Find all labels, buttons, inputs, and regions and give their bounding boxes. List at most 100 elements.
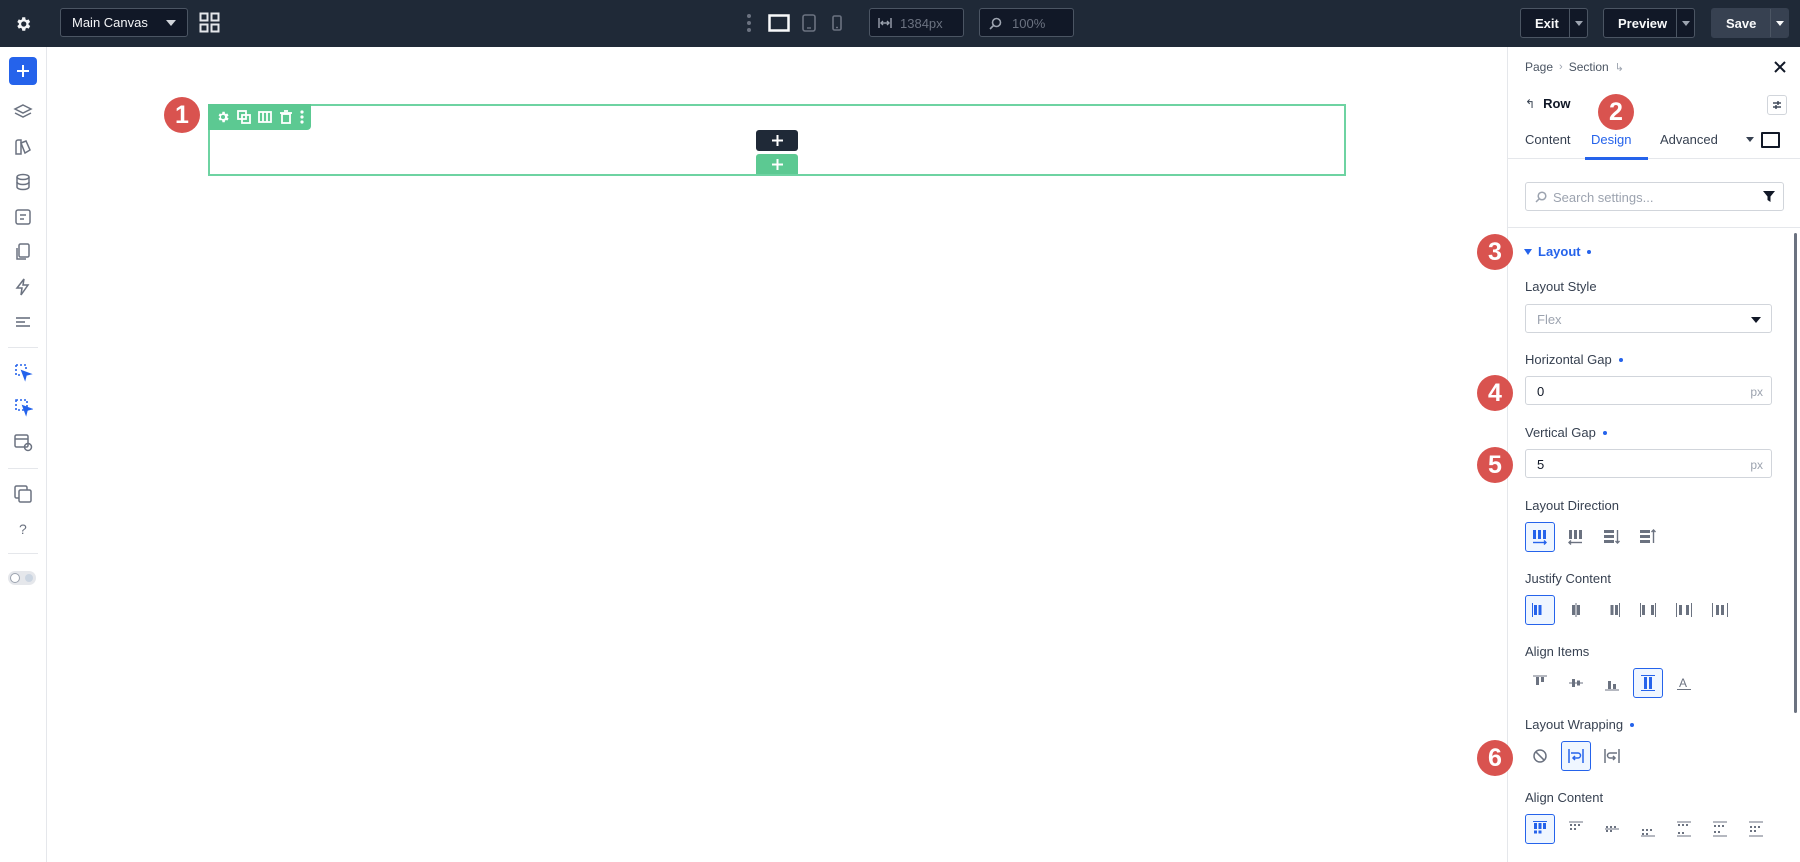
align-center-icon[interactable] (1561, 668, 1591, 698)
exit-button[interactable]: Exit (1520, 8, 1588, 38)
add-element-button[interactable] (9, 57, 37, 85)
svg-text:?: ? (19, 521, 27, 537)
row-back-link[interactable]: ↰ Row (1525, 96, 1571, 111)
panel-options-icon[interactable] (1767, 95, 1787, 115)
align-stretch-icon[interactable] (1633, 668, 1663, 698)
exit-split-divider (1569, 9, 1570, 37)
canvas-width-field[interactable]: 1384px (869, 8, 964, 37)
justify-space-around-icon[interactable] (1669, 595, 1699, 625)
desktop-view-icon[interactable] (768, 12, 790, 34)
template-library-icon[interactable] (11, 205, 35, 229)
select-element-icon[interactable] (11, 360, 35, 384)
trash-icon[interactable] (277, 108, 295, 126)
help-icon[interactable]: ? (11, 517, 35, 541)
wrap-reverse-icon[interactable] (1597, 741, 1627, 771)
panel-tabs: Content Design Advanced (1508, 117, 1800, 160)
add-row-button[interactable] (756, 154, 798, 174)
align-end-icon[interactable] (1597, 668, 1627, 698)
layers-icon[interactable] (11, 100, 35, 124)
canvas-select[interactable]: Main Canvas (60, 8, 188, 37)
tablet-view-icon[interactable] (801, 12, 817, 34)
tab-content[interactable]: Content (1525, 132, 1571, 147)
callout-badge: 6 (1477, 740, 1513, 776)
preview-button[interactable]: Preview (1603, 8, 1695, 38)
callout-badge: 5 (1477, 447, 1513, 483)
modified-indicator (1586, 249, 1591, 254)
breadcrumb-section[interactable]: Section (1569, 60, 1609, 74)
preview-box-icon[interactable] (1761, 132, 1780, 148)
callout-badge: 4 (1477, 375, 1513, 411)
pages-icon[interactable] (11, 240, 35, 264)
duplicate-icon[interactable] (235, 108, 253, 126)
multi-select-icon[interactable] (11, 395, 35, 419)
direction-column-reverse-icon[interactable] (1633, 522, 1663, 552)
justify-start-icon[interactable] (1525, 595, 1555, 625)
more-vertical-icon[interactable] (298, 108, 306, 126)
settings-search-input[interactable]: Search settings... (1525, 182, 1784, 211)
justify-end-icon[interactable] (1597, 595, 1627, 625)
wrap-icon[interactable] (1561, 741, 1591, 771)
left-rail: ? (0, 47, 47, 862)
canvases-icon[interactable] (11, 482, 35, 506)
horizontal-gap-input[interactable]: 0 px (1525, 376, 1772, 405)
justify-center-icon[interactable] (1561, 595, 1591, 625)
content-space-around-icon[interactable] (1705, 814, 1735, 844)
filter-icon[interactable] (1763, 191, 1775, 203)
exit-dropdown-chevron-icon[interactable] (1575, 21, 1583, 26)
content-stretch-icon[interactable] (1741, 814, 1771, 844)
content-start-dots-icon[interactable] (1561, 814, 1591, 844)
direction-column-icon[interactable] (1597, 522, 1627, 552)
more-vertical-icon[interactable] (745, 12, 753, 34)
caret-down-icon (1524, 248, 1532, 255)
save-button[interactable]: Save (1711, 8, 1789, 38)
exit-label: Exit (1535, 16, 1559, 31)
zoom-field[interactable]: 100% (979, 8, 1074, 37)
save-dropdown-chevron-icon[interactable] (1776, 21, 1784, 26)
justify-space-between-icon[interactable] (1633, 595, 1663, 625)
panel-scrollbar[interactable] (1794, 233, 1797, 713)
content-start-icon[interactable] (1525, 814, 1555, 844)
content-space-between-icon[interactable] (1669, 814, 1699, 844)
vertical-gap-input[interactable]: 5 px (1525, 449, 1772, 478)
vertical-gap-label-text: Vertical Gap (1525, 425, 1596, 440)
columns-icon[interactable] (256, 108, 274, 126)
layout-group-toggle[interactable]: Layout (1524, 244, 1591, 259)
vertical-gap-label: Vertical Gap (1525, 425, 1607, 440)
search-divider (1508, 227, 1800, 228)
row-settings-gear-icon[interactable] (214, 108, 232, 126)
close-icon[interactable] (1772, 59, 1788, 75)
preview-dropdown-chevron-icon[interactable] (1682, 21, 1690, 26)
callout-badge: 3 (1477, 234, 1513, 270)
content-end-icon[interactable] (1633, 814, 1663, 844)
phone-view-icon[interactable] (830, 12, 844, 34)
content-center-icon[interactable] (1597, 814, 1627, 844)
tab-advanced[interactable]: Advanced (1660, 132, 1718, 147)
breadcrumb: Page › Section ↳ (1525, 60, 1624, 74)
layout-settings-icon[interactable] (11, 430, 35, 454)
align-baseline-icon[interactable]: A (1669, 668, 1699, 698)
builder-canvas[interactable] (48, 47, 1506, 862)
tab-design[interactable]: Design (1591, 132, 1631, 147)
justify-space-evenly-icon[interactable] (1705, 595, 1735, 625)
chevron-down-icon (166, 20, 176, 26)
settings-gear-icon[interactable] (10, 11, 35, 36)
vertical-gap-unit[interactable]: px (1750, 458, 1763, 472)
text-styles-icon[interactable] (11, 310, 35, 334)
grid-layout-icon[interactable] (199, 12, 220, 33)
breadcrumb-page[interactable]: Page (1525, 60, 1553, 74)
database-icon[interactable] (11, 170, 35, 194)
direction-row-icon[interactable] (1525, 522, 1555, 552)
mode-toggle[interactable] (8, 571, 36, 585)
align-start-icon[interactable] (1525, 668, 1555, 698)
layout-style-value: Flex (1537, 312, 1562, 327)
canvas-select-label: Main Canvas (72, 15, 148, 30)
rail-divider (8, 553, 38, 554)
direction-row-reverse-icon[interactable] (1561, 522, 1591, 552)
layout-style-select[interactable]: Flex (1525, 304, 1772, 333)
add-module-button[interactable] (756, 130, 798, 151)
horizontal-gap-unit[interactable]: px (1750, 385, 1763, 399)
theme-builder-icon[interactable] (11, 135, 35, 159)
tabs-dropdown-chevron-icon[interactable] (1746, 137, 1754, 142)
lightning-icon[interactable] (11, 275, 35, 299)
no-wrap-icon[interactable] (1525, 741, 1555, 771)
